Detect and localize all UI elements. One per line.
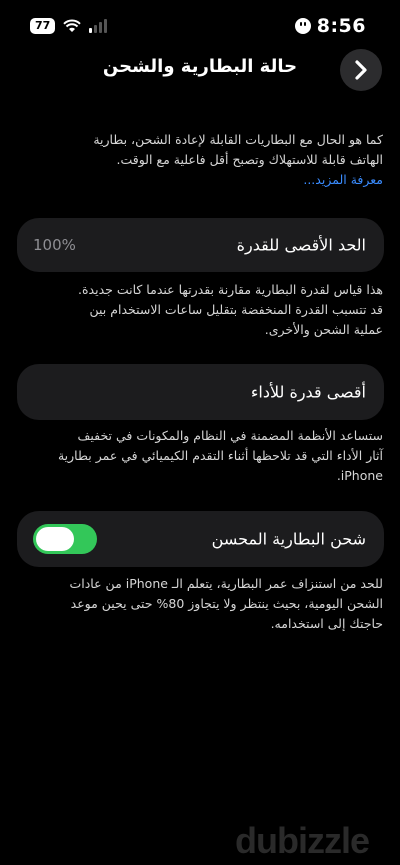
peak-performance-row: أقصى قدرة للأداء	[17, 364, 384, 420]
status-bar: 77 8:56	[0, 0, 400, 48]
intro-text: كما هو الحال مع البطاريات القابلة لإعادة…	[13, 130, 383, 190]
optimized-charging-row: شحن البطارية المحسن	[17, 511, 384, 567]
description-line: هذا قياس لقدرة البطارية مقارنة بقدرتها ع…	[78, 282, 383, 297]
description-line: للحد من استنزاف عمر البطارية، يتعلم الـ …	[69, 576, 384, 591]
signal-icon	[89, 19, 108, 33]
optimized-charging-toggle[interactable]	[33, 524, 97, 554]
intro-line: كما هو الحال مع البطاريات القابلة لإعادة…	[93, 132, 383, 147]
intro-line: الهاتف قابلة للاستهلاك وتصبح أقل فاعلية …	[116, 152, 384, 167]
back-button[interactable]	[340, 49, 382, 91]
toggle-knob	[36, 527, 74, 551]
battery-indicator: 77	[30, 18, 56, 34]
watermark-logo: dubizzle	[235, 820, 370, 861]
description-line: iPhone.	[336, 468, 383, 483]
max-capacity-label: الحد الأقصى للقدرة	[236, 235, 366, 255]
clock: 8:56	[316, 15, 366, 37]
chevron-right-icon	[355, 60, 367, 80]
optimized-charging-description: للحد من استنزاف عمر البطارية، يتعلم الـ …	[13, 574, 384, 634]
description-line: حاجتك إلى استخدامه.	[270, 616, 383, 631]
max-capacity-value: 100%	[33, 236, 76, 254]
smiley-icon	[294, 18, 311, 34]
description-line: عملية الشحن والأخرى.	[264, 322, 383, 337]
status-left: 77	[30, 18, 108, 34]
max-capacity-description: هذا قياس لقدرة البطارية مقارنة بقدرتها ع…	[13, 280, 383, 340]
learn-more-link[interactable]: معرفة المزيد...	[13, 170, 383, 190]
description-line: قد تتسبب القدرة المنخفضة بتقليل ساعات ال…	[89, 302, 384, 317]
peak-performance-description: ستساعد الأنظمة المضمنة في النظام والمكون…	[13, 426, 383, 486]
max-capacity-row: الحد الأقصى للقدرة 100%	[17, 218, 384, 272]
wifi-icon	[63, 19, 82, 32]
description-line: الشحن اليومية، بحيث ينتظر ولا يتجاوز 80%…	[70, 596, 383, 611]
description-line: ستساعد الأنظمة المضمنة في النظام والمكون…	[77, 428, 383, 443]
optimized-charging-label: شحن البطارية المحسن	[211, 529, 366, 549]
status-right: 8:56	[294, 15, 366, 37]
description-line: آثار الأداء التي قد تلاحظها أثناء التقدم…	[57, 448, 383, 463]
peak-performance-label: أقصى قدرة للأداء	[250, 382, 366, 402]
